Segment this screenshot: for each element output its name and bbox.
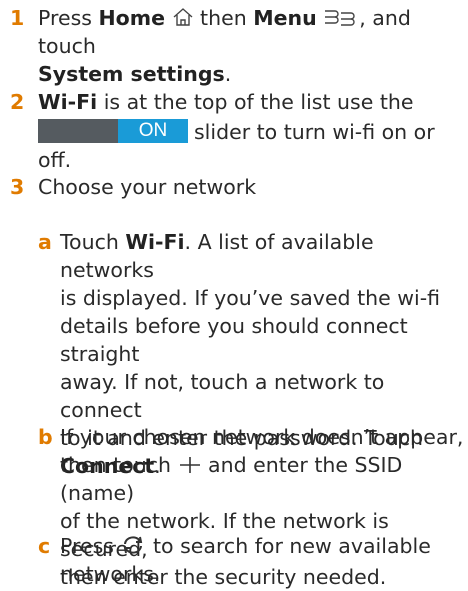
text: then touch xyxy=(60,453,178,477)
step-2-line-1: Wi-Fi is at the top of the list use the xyxy=(38,88,463,116)
text: Touch xyxy=(60,230,126,254)
step-3a-letter: a xyxy=(38,230,52,254)
step-3-number: 3 xyxy=(10,175,25,199)
wifi-label: Wi-Fi xyxy=(125,230,185,254)
text: is at the top of the list use the xyxy=(97,90,414,114)
text: then xyxy=(193,6,254,30)
slider-track xyxy=(38,119,118,143)
refresh-icon xyxy=(124,536,143,554)
step-1-line-1: Press Home then Menu , and touch xyxy=(38,4,463,60)
line: details before you should connect straig… xyxy=(60,314,408,366)
line: networks. xyxy=(60,562,161,586)
line: If your chosen network doesn’t appear, xyxy=(60,425,464,449)
step-3c-text: Press to search for new available networ… xyxy=(60,532,465,588)
line: is displayed. If you’ve saved the wi-fi xyxy=(60,286,441,310)
step-2-line-2: ON slider to turn wi-fi on or off. xyxy=(38,118,463,174)
line: Press to search for new available xyxy=(60,532,465,560)
home-icon xyxy=(173,8,192,26)
menu-label: Menu xyxy=(253,6,317,30)
step-1-text: Press Home then Menu , and touch System … xyxy=(38,4,463,88)
step-2-text: Wi-Fi is at the top of the list use the … xyxy=(38,88,463,174)
text: to search for new available xyxy=(146,534,431,558)
home-label: Home xyxy=(98,6,165,30)
system-settings-label: System settings xyxy=(38,62,225,86)
step-3b-letter: b xyxy=(38,425,53,449)
wifi-toggle-slider: ON xyxy=(38,119,188,143)
step-1-line-2: System settings. xyxy=(38,60,463,88)
text: . xyxy=(224,62,232,86)
line: then touch and enter the SSID (name) xyxy=(60,451,465,507)
step-1-number: 1 xyxy=(10,6,25,30)
step-2-number: 2 xyxy=(10,90,25,114)
wifi-label: Wi-Fi xyxy=(38,90,98,114)
plus-icon xyxy=(179,457,200,473)
text: Press xyxy=(38,6,99,30)
line: away. If not, touch a network to connect xyxy=(60,370,385,422)
step-3c-letter: c xyxy=(38,534,51,558)
instructions-page: { "step1": { "number": "1", "t1": "Press… xyxy=(0,0,468,589)
slider-on-label: ON xyxy=(118,119,188,143)
line: Touch Wi-Fi. A list of available network… xyxy=(60,228,465,284)
menu-icon xyxy=(325,10,355,26)
step-3-text: Choose your network xyxy=(38,175,257,199)
text: Press xyxy=(60,534,121,558)
